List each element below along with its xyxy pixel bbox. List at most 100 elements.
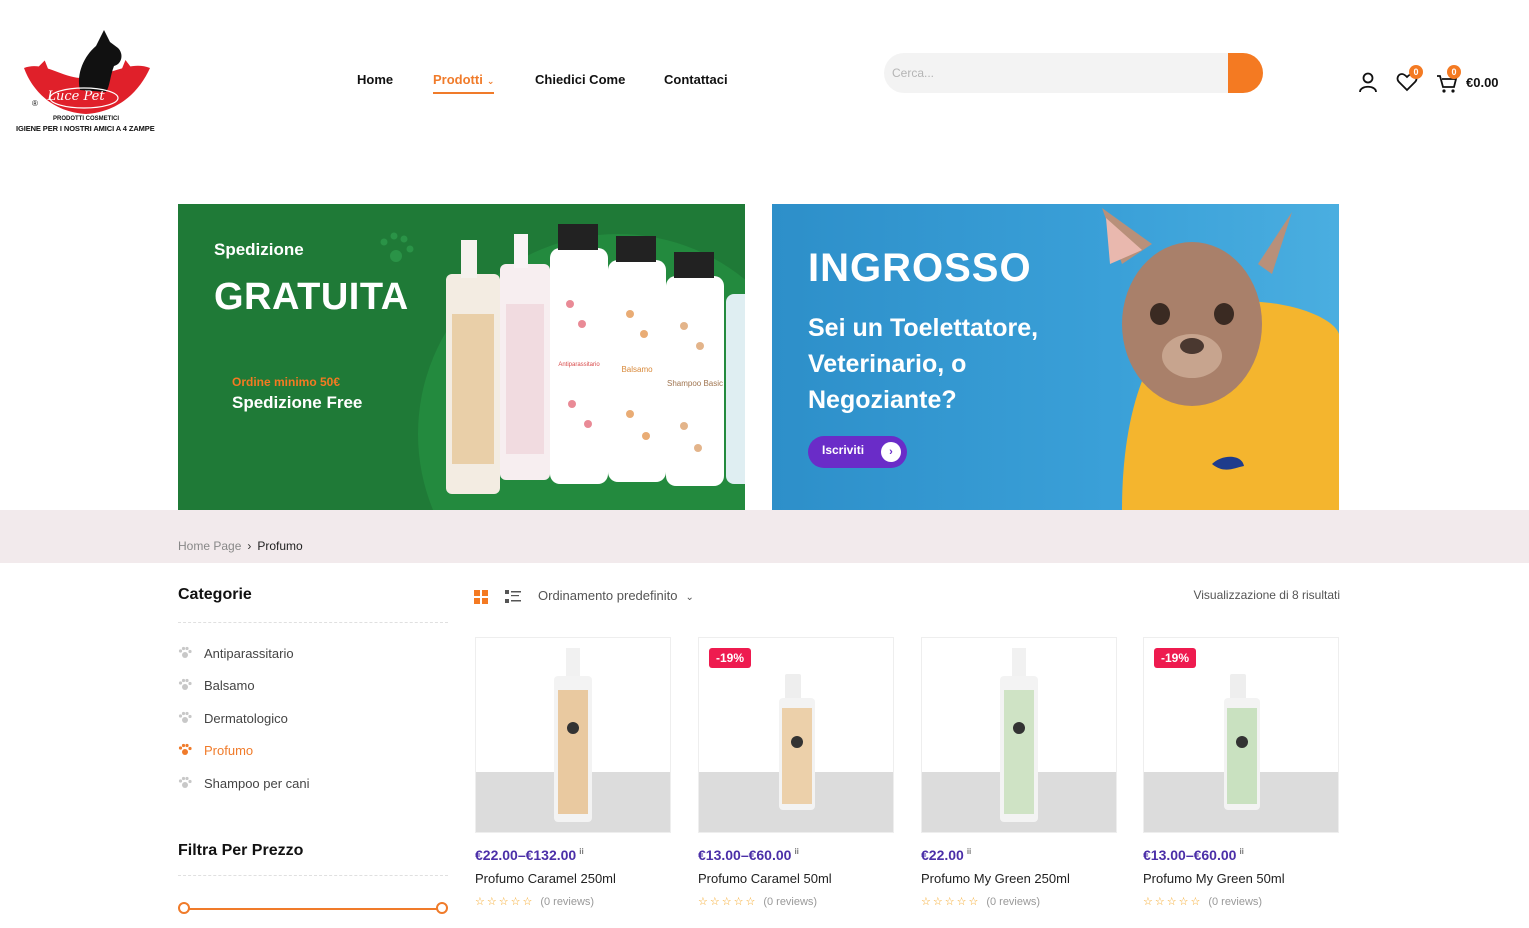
svg-text:Shampoo Basic: Shampoo Basic bbox=[667, 379, 723, 388]
nav-prodotti-label: Prodotti bbox=[433, 72, 483, 87]
categories-title: Categorie bbox=[178, 586, 252, 603]
paw-icon bbox=[178, 711, 194, 728]
iscriviti-label: Iscriviti bbox=[822, 443, 865, 457]
product-rating: ☆☆☆☆☆ (0 reviews) bbox=[1143, 895, 1339, 908]
free-shipping-banner[interactable]: Antiparassitario Balsamo Shampoo Basic S… bbox=[178, 204, 745, 510]
paw-icon bbox=[178, 678, 194, 695]
price-value: €13.00–€60.00 bbox=[698, 847, 792, 863]
product-rating: ☆☆☆☆☆ (0 reviews) bbox=[475, 895, 671, 908]
product-card[interactable]: €22.00–€132.00 ii Profumo Caramel 250ml ☆… bbox=[475, 637, 671, 908]
search-bar bbox=[884, 53, 1264, 93]
perfume-bottle-image bbox=[1000, 648, 1038, 822]
sort-label: Ordinamento predefinito bbox=[538, 588, 678, 603]
price-slider-min-handle[interactable] bbox=[178, 902, 190, 914]
nav-prodotti[interactable]: Prodotti ⌄ bbox=[433, 72, 495, 94]
price-slider-track[interactable] bbox=[184, 908, 442, 910]
product-name[interactable]: Profumo My Green 50ml bbox=[1143, 871, 1339, 886]
tax-info-icon: ii bbox=[579, 847, 584, 857]
product-card[interactable]: €22.00 ii Profumo My Green 250ml ☆☆☆☆☆ (0 … bbox=[921, 637, 1117, 908]
logo-tagline: IGIENE PER I NOSTRI AMICI A 4 ZAMPE bbox=[16, 124, 155, 133]
breadcrumb-bar: Home Page › Profumo bbox=[0, 510, 1529, 563]
nav-home[interactable]: Home bbox=[357, 72, 393, 87]
product-image[interactable]: -19% bbox=[698, 637, 894, 833]
star-rating-icon: ☆☆☆☆☆ bbox=[1143, 896, 1203, 908]
iscriviti-button[interactable]: Iscriviti › bbox=[808, 436, 907, 468]
tax-info-icon: ii bbox=[966, 847, 972, 857]
shop-toolbar: Ordinamento predefinito ⌄ Visualizzazione… bbox=[474, 588, 1340, 608]
product-name[interactable]: Profumo Caramel 50ml bbox=[698, 871, 894, 886]
chevron-down-icon: ⌄ bbox=[685, 592, 694, 603]
product-image[interactable] bbox=[921, 637, 1117, 833]
account-icon[interactable] bbox=[1358, 70, 1378, 99]
product-price: €22.00–€132.00 ii bbox=[475, 847, 671, 863]
reviews-count: (0 reviews) bbox=[540, 896, 595, 908]
product-rating: ☆☆☆☆☆ (0 reviews) bbox=[698, 895, 894, 908]
star-rating-icon: ☆☆☆☆☆ bbox=[698, 896, 758, 908]
price-slider-max-handle[interactable] bbox=[436, 902, 448, 914]
banner1-title-small: Spedizione bbox=[214, 240, 304, 259]
reviews-count: (0 reviews) bbox=[1208, 896, 1263, 908]
sort-select[interactable]: Ordinamento predefinito ⌄ bbox=[538, 588, 694, 603]
category-antiparassitario[interactable]: Antiparassitario bbox=[178, 646, 294, 663]
banner1-title-big: GRATUITA bbox=[214, 276, 409, 318]
category-profumo[interactable]: Profumo bbox=[178, 743, 253, 760]
category-dermatologico[interactable]: Dermatologico bbox=[178, 711, 288, 728]
price-value: €13.00–€60.00 bbox=[1143, 847, 1237, 863]
svg-text:®: ® bbox=[32, 99, 38, 108]
banner1-free: Spedizione Free bbox=[232, 393, 363, 412]
banner1-min-order: Ordine minimo 50€ bbox=[232, 375, 341, 389]
svg-text:PRODOTTI COSMETICI: PRODOTTI COSMETICI bbox=[53, 116, 119, 122]
category-label: Antiparassitario bbox=[204, 646, 294, 661]
chevron-right-icon: › bbox=[881, 442, 901, 462]
category-shampoo[interactable]: Shampoo per cani bbox=[178, 776, 310, 793]
nav-chiedici-come[interactable]: Chiedici Come bbox=[535, 72, 625, 87]
product-name[interactable]: Profumo My Green 250ml bbox=[921, 871, 1117, 886]
product-card[interactable]: -19% €13.00–€60.00 ii Profumo My Green 50… bbox=[1143, 637, 1339, 908]
site-logo[interactable]: Luce Pet PRODOTTI COSMETICI ® IGIENE PER… bbox=[14, 20, 160, 138]
site-header: Luce Pet PRODOTTI COSMETICI ® IGIENE PER… bbox=[0, 0, 1529, 160]
paw-icon bbox=[380, 232, 414, 262]
breadcrumb-home[interactable]: Home Page bbox=[178, 539, 241, 553]
tax-info-icon: ii bbox=[1239, 847, 1244, 857]
search-input[interactable] bbox=[884, 53, 1230, 93]
luce-pet-logo-mark: Luce Pet PRODOTTI COSMETICI ® bbox=[24, 30, 150, 122]
price-value: €22.00 bbox=[921, 847, 964, 863]
divider bbox=[178, 875, 448, 876]
paw-icon bbox=[178, 776, 194, 793]
product-name[interactable]: Profumo Caramel 250ml bbox=[475, 871, 671, 886]
tax-info-icon: ii bbox=[794, 847, 799, 857]
breadcrumb-current: Profumo bbox=[257, 539, 303, 553]
product-price: €13.00–€60.00 ii bbox=[1143, 847, 1339, 863]
grid-view-icon[interactable] bbox=[474, 590, 488, 609]
cart-total[interactable]: €0.00 bbox=[1466, 75, 1499, 90]
star-rating-icon: ☆☆☆☆☆ bbox=[475, 896, 535, 908]
reviews-count: (0 reviews) bbox=[986, 896, 1041, 908]
wholesale-banner[interactable]: INGROSSO Sei un Toelettatore, Veterinari… bbox=[772, 204, 1339, 510]
product-image[interactable]: -19% bbox=[1143, 637, 1339, 833]
star-rating-icon: ☆☆☆☆☆ bbox=[921, 896, 981, 908]
nav-contattaci[interactable]: Contattaci bbox=[664, 72, 728, 87]
product-rating: ☆☆☆☆☆ (0 reviews) bbox=[921, 895, 1117, 908]
product-price: €13.00–€60.00 ii bbox=[698, 847, 894, 863]
wishlist-count-badge: 0 bbox=[1409, 65, 1423, 79]
divider bbox=[178, 622, 448, 623]
svg-text:Antiparassitario: Antiparassitario bbox=[558, 362, 600, 368]
price-filter-title: Filtra Per Prezzo bbox=[178, 842, 304, 859]
svg-text:Luce Pet: Luce Pet bbox=[46, 89, 105, 104]
category-label: Dermatologico bbox=[204, 711, 288, 726]
category-balsamo[interactable]: Balsamo bbox=[178, 678, 255, 695]
price-value: €22.00–€132.00 bbox=[475, 847, 577, 863]
cart-count-badge: 0 bbox=[1447, 65, 1461, 79]
product-card[interactable]: -19% €13.00–€60.00 ii Profumo Caramel 50m… bbox=[698, 637, 894, 908]
perfume-bottle-image bbox=[554, 648, 592, 822]
list-view-icon[interactable] bbox=[505, 590, 521, 609]
product-image[interactable] bbox=[475, 637, 671, 833]
discount-badge: -19% bbox=[709, 648, 752, 668]
search-button[interactable] bbox=[1228, 53, 1263, 93]
breadcrumb-separator-icon: › bbox=[247, 539, 252, 553]
category-label: Shampoo per cani bbox=[204, 776, 310, 791]
breadcrumb: Home Page › Profumo bbox=[178, 539, 303, 553]
results-count: Visualizzazione di 8 risultati bbox=[1193, 588, 1340, 602]
product-price: €22.00 ii bbox=[921, 847, 1117, 863]
chevron-down-icon: ⌄ bbox=[486, 76, 495, 86]
